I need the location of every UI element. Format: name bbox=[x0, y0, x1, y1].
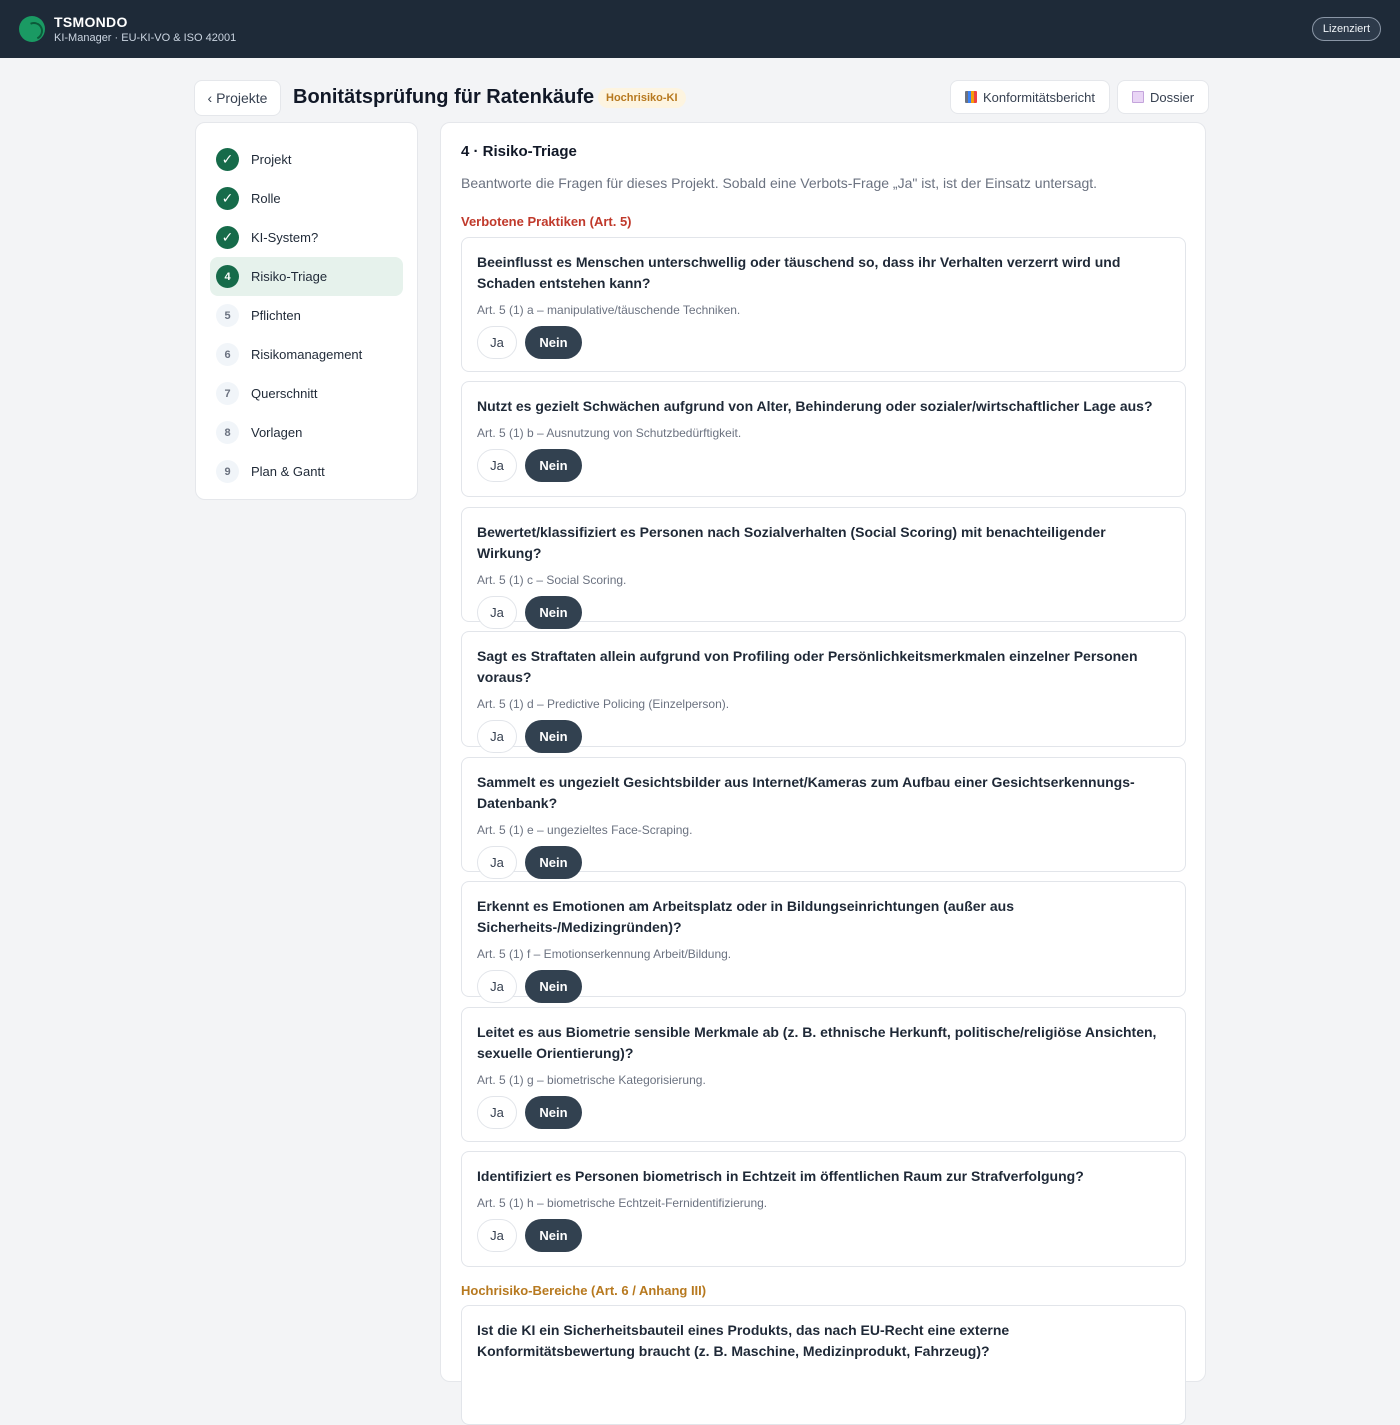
step-item[interactable]: 4 Risiko-Triage bbox=[210, 257, 403, 296]
check-icon: ✓ bbox=[216, 226, 239, 249]
answer-no-button[interactable]: Nein bbox=[525, 846, 582, 879]
question-text: Nutzt es gezielt Schwächen aufgrund von … bbox=[477, 398, 1153, 414]
answer-no-button[interactable]: Nein bbox=[525, 720, 582, 753]
question-card: Sammelt es ungezielt Gesichtsbilder aus … bbox=[461, 757, 1186, 879]
question-card: Leitet es aus Biometrie sensible Merkmal… bbox=[461, 1007, 1186, 1142]
step-number: 7 bbox=[216, 382, 239, 405]
license-badge[interactable]: Lizenziert bbox=[1311, 17, 1381, 41]
answer-yes-button[interactable]: Ja bbox=[477, 970, 517, 1003]
step-number: 5 bbox=[216, 304, 239, 327]
question-text: Bewertet/klassifiziert es Personen nach … bbox=[477, 524, 1106, 561]
step-item[interactable]: 8 Vorlagen bbox=[210, 413, 403, 452]
conformity-report-button[interactable]: Konformitätsbericht bbox=[950, 80, 1110, 114]
answer-yes-button[interactable]: Ja bbox=[477, 596, 517, 629]
answer-yes-button[interactable]: Ja bbox=[477, 449, 517, 482]
brand: TSMONDO KI-Manager · EU-KI-VO & ISO 4200… bbox=[54, 14, 236, 44]
answer-group: Ja Nein bbox=[477, 326, 1170, 359]
step-label: Rolle bbox=[251, 191, 281, 206]
step-number: 8 bbox=[216, 421, 239, 444]
step-item[interactable]: 5 Pflichten bbox=[210, 296, 403, 335]
answer-no-button[interactable]: Nein bbox=[525, 1219, 582, 1252]
answer-group: Ja Nein bbox=[477, 449, 1170, 482]
question-text: Sammelt es ungezielt Gesichtsbilder aus … bbox=[477, 774, 1135, 811]
step-label: Risiko-Triage bbox=[251, 269, 328, 284]
step-item[interactable]: ✓ Projekt bbox=[210, 140, 403, 179]
question-text: Beeinflusst es Menschen unterschwellig o… bbox=[477, 254, 1121, 291]
step-item[interactable]: 9 Plan & Gantt bbox=[210, 452, 403, 491]
conformity-report-label: Konformitätsbericht bbox=[983, 89, 1095, 105]
step-sidebar: ✓ Projekt ✓ Rolle ✓ KI-System? 4 Risiko-Triage 5… bbox=[195, 122, 418, 500]
triage-panel: 4 · Risiko-Triage Beantworte die Fragen … bbox=[440, 122, 1206, 1425]
question-reference: Art. 5 (1) d – Predictive Policing (Einz… bbox=[477, 697, 730, 711]
page-title: Bonitätsprüfung für Ratenkäufe bbox=[293, 86, 595, 108]
answer-group: Ja Nein bbox=[477, 970, 1170, 1003]
brand-subtitle: KI-Manager · EU-KI-VO & ISO 42001 bbox=[54, 32, 237, 44]
answer-yes-button[interactable]: Ja bbox=[477, 1219, 517, 1252]
answer-yes-button[interactable]: Ja bbox=[477, 846, 517, 879]
step-label: Vorlagen bbox=[251, 425, 303, 440]
question-card: Sagt es Straftaten allein aufgrund von P… bbox=[461, 631, 1186, 753]
answer-yes-button[interactable]: Ja bbox=[477, 720, 517, 753]
step-number: 6 bbox=[216, 343, 239, 366]
question-reference: Art. 5 (1) e – ungezieltes Face-Scraping… bbox=[477, 823, 693, 837]
dossier-button[interactable]: Dossier bbox=[1117, 80, 1210, 114]
answer-no-button[interactable]: Nein bbox=[525, 970, 582, 1003]
question-text: Leitet es aus Biometrie sensible Merkmal… bbox=[477, 1024, 1157, 1061]
step-label: Pflichten bbox=[251, 308, 301, 323]
check-icon: ✓ bbox=[216, 187, 239, 210]
step-number: 9 bbox=[216, 460, 239, 483]
question-text: Ist die KI ein Sicherheitsbauteil eines … bbox=[477, 1322, 1010, 1359]
answer-no-button[interactable]: Nein bbox=[525, 596, 582, 629]
top-bar: TSMONDO KI-Manager · EU-KI-VO & ISO 4200… bbox=[0, 0, 1400, 58]
question-reference: Art. 5 (1) b – Ausnutzung von Schutzbedü… bbox=[477, 426, 742, 440]
step-item[interactable]: 7 Querschnitt bbox=[210, 374, 403, 413]
question-text: Erkennt es Emotionen am Arbeitsplatz ode… bbox=[477, 898, 1015, 935]
answer-yes-button[interactable]: Ja bbox=[477, 326, 517, 359]
question-card: Identifiziert es Personen biometrisch in… bbox=[461, 1151, 1186, 1267]
brand-name: TSMONDO bbox=[54, 14, 128, 30]
answer-group: Ja Nein bbox=[477, 1219, 1170, 1252]
category-prohibited: Verbotene Praktiken (Art. 5) bbox=[461, 214, 632, 229]
answer-no-button[interactable]: Nein bbox=[525, 449, 582, 482]
step-label: Projekt bbox=[251, 152, 292, 167]
step-number: 4 bbox=[216, 265, 239, 288]
answer-no-button[interactable]: Nein bbox=[525, 326, 582, 359]
back-to-projects-button[interactable]: ‹ Projekte bbox=[194, 80, 281, 116]
question-card: Nutzt es gezielt Schwächen aufgrund von … bbox=[461, 381, 1186, 497]
question-card: Ist die KI ein Sicherheitsbauteil eines … bbox=[461, 1305, 1186, 1425]
dossier-label: Dossier bbox=[1150, 89, 1195, 105]
document-icon bbox=[1132, 91, 1144, 103]
step-label: Querschnitt bbox=[251, 386, 318, 401]
section-description: Beantworte die Fragen für dieses Projekt… bbox=[461, 175, 1098, 191]
question-card: Erkennt es Emotionen am Arbeitsplatz ode… bbox=[461, 881, 1186, 1003]
question-reference: Art. 5 (1) c – Social Scoring. bbox=[477, 573, 627, 587]
answer-group: Ja Nein bbox=[477, 846, 1170, 879]
step-label: KI-System? bbox=[251, 230, 319, 245]
question-text: Identifiziert es Personen biometrisch in… bbox=[477, 1168, 1084, 1184]
step-item[interactable]: ✓ Rolle bbox=[210, 179, 403, 218]
check-icon: ✓ bbox=[216, 148, 239, 171]
question-reference: Art. 5 (1) a – manipulative/täuschende T… bbox=[477, 303, 741, 317]
step-item[interactable]: ✓ KI-System? bbox=[210, 218, 403, 257]
answer-yes-button[interactable]: Ja bbox=[477, 1096, 517, 1129]
question-reference: Art. 5 (1) f – Emotionserkennung Arbeit/… bbox=[477, 947, 732, 961]
project-header: ‹ Projekte Bonitätsprüfung für Ratenkäuf… bbox=[194, 80, 1210, 116]
step-label: Plan & Gantt bbox=[251, 464, 325, 479]
question-card: Bewertet/klassifiziert es Personen nach … bbox=[461, 507, 1186, 629]
question-reference: Art. 5 (1) h – biometrische Echtzeit-Fer… bbox=[477, 1196, 768, 1210]
step-label: Risikomanagement bbox=[251, 347, 363, 362]
section-title: 4 · Risiko-Triage bbox=[461, 143, 577, 160]
question-reference: Art. 5 (1) g – biometrische Kategorisier… bbox=[477, 1073, 706, 1087]
question-text: Sagt es Straftaten allein aufgrund von P… bbox=[477, 648, 1138, 685]
answer-group: Ja Nein bbox=[477, 720, 1170, 753]
step-item[interactable]: 6 Risikomanagement bbox=[210, 335, 403, 374]
app-logo-icon bbox=[19, 16, 45, 42]
category-highrisk: Hochrisiko-Bereiche (Art. 6 / Anhang III… bbox=[461, 1283, 707, 1298]
question-card: Beeinflusst es Menschen unterschwellig o… bbox=[461, 237, 1186, 372]
risk-badge: Hochrisiko-KI bbox=[598, 88, 686, 108]
answer-no-button[interactable]: Nein bbox=[525, 1096, 582, 1129]
chart-icon bbox=[965, 91, 977, 103]
answer-group: Ja Nein bbox=[477, 1096, 1170, 1129]
answer-group: Ja Nein bbox=[477, 596, 1170, 629]
